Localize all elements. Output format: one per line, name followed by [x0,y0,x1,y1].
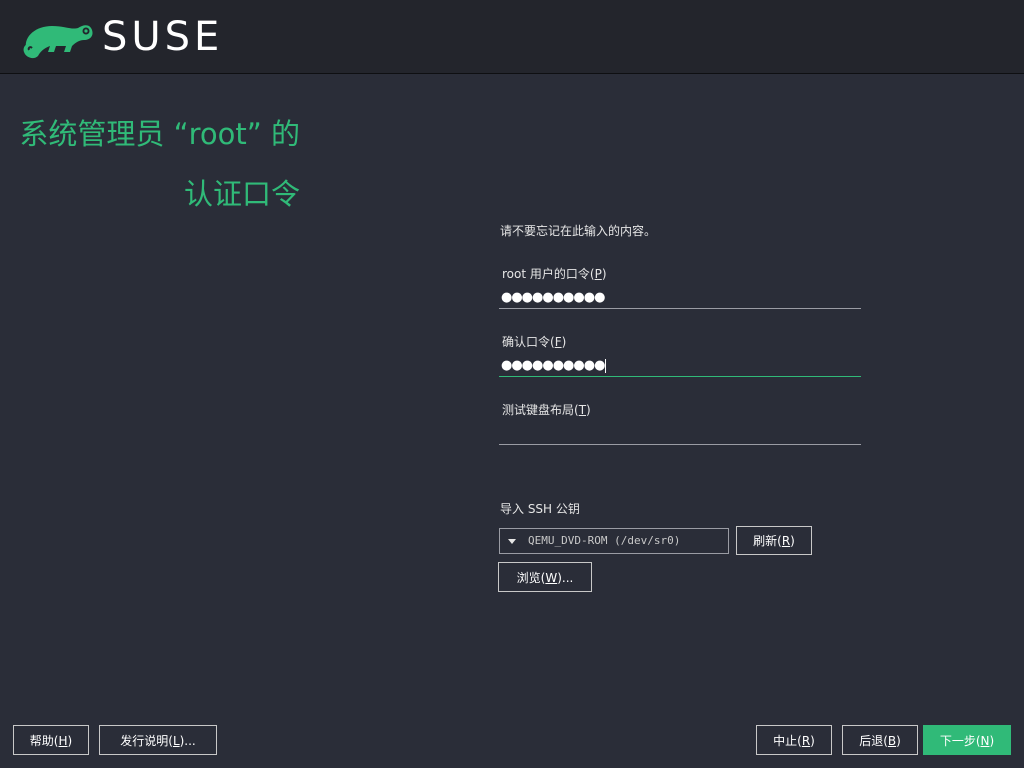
suse-chameleon-icon [23,25,93,59]
refresh-button[interactable]: 刷新(R) [736,526,812,555]
chevron-down-icon [508,539,516,544]
keyboard-test-label: 测试键盘布局(T) [502,403,591,417]
confirm-password-label: 确认口令(F) [502,335,567,349]
confirm-password-value: ●●●●●●●●●● [501,358,607,373]
page-title: 系统管理员 “root” 的 认证口令 [10,104,300,224]
confirm-password-input[interactable]: ●●●●●●●●●● [499,356,861,377]
back-button[interactable]: 后退(B) [842,725,918,755]
header-bar: SUSE [0,0,1024,74]
release-notes-button[interactable]: 发行说明(L)... [99,725,217,755]
next-button[interactable]: 下一步(N) [923,725,1011,755]
brand-name: SUSE [102,14,224,60]
password-label: root 用户的口令(P) [502,267,607,281]
password-note: 请不要忘记在此输入的内容。 [500,224,657,238]
ssh-import-label: 导入 SSH 公钥 [500,502,580,516]
ssh-device-value: QEMU_DVD-ROM (/dev/sr0) [528,534,681,547]
page-title-line2: 认证口令 [183,177,300,211]
abort-button[interactable]: 中止(R) [756,725,832,755]
keyboard-test-input[interactable] [499,424,861,445]
text-cursor [605,358,607,373]
password-input[interactable]: ●●●●●●●●●● [499,288,861,309]
help-button[interactable]: 帮助(H) [13,725,89,755]
password-value: ●●●●●●●●●● [501,290,605,305]
ssh-device-select[interactable]: QEMU_DVD-ROM (/dev/sr0) [499,528,729,554]
browse-button[interactable]: 浏览(W)... [498,562,592,592]
page-title-line1: 系统管理员 “root” 的 [19,117,300,151]
